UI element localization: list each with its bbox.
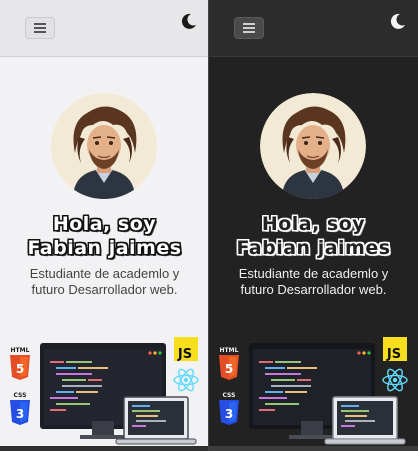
html5-icon: HTML 5 [10,347,30,380]
description-line-1: Estudiante de academlo y [29,266,180,281]
html5-icon: HTML 5 [219,347,239,380]
hamburger-menu-button[interactable] [25,17,55,39]
developer-illustration: HTML 5 CSS 3 JS [10,337,199,445]
footer-strip [209,446,418,451]
footer-strip [0,446,209,451]
svg-text:3: 3 [16,407,24,421]
navbar [0,0,209,57]
moon-icon[interactable] [180,12,198,30]
avatar [51,93,157,199]
menu-bar [34,31,46,33]
moon-icon[interactable] [389,12,407,30]
svg-text:HTML: HTML [220,347,239,354]
description-line-2: futuro Desarrollador web. [240,282,387,297]
svg-text:CSS: CSS [14,392,27,399]
menu-bar [34,27,46,29]
svg-text:JS: JS [177,347,192,362]
laptop-illustration [115,396,197,445]
svg-text:JS: JS [386,347,401,362]
css3-icon: CSS 3 [10,392,30,425]
description-line-2: futuro Desarrollador web. [31,282,178,297]
svg-text:3: 3 [225,407,233,421]
dark-theme-preview: Hola, soy Fabian jaimes Estudiante de ac… [209,0,418,451]
light-theme-preview: Hola, soy Fabian jaimes Estudiante de ac… [0,0,209,451]
react-icon [382,368,408,392]
svg-text:HTML: HTML [11,347,30,354]
greeting-line-2: Fabian jaimes [27,237,182,259]
menu-bar [243,27,255,29]
avatar [260,93,366,199]
menu-bar [243,31,255,33]
svg-text:5: 5 [225,362,233,376]
svg-text:CSS: CSS [223,392,236,399]
greeting-line-1: Hola, soy [261,213,366,235]
greeting-line-1: Hola, soy [52,213,157,235]
javascript-icon: JS [383,337,407,362]
hamburger-menu-button[interactable] [234,17,264,39]
svg-text:5: 5 [16,362,24,376]
menu-bar [34,23,46,25]
javascript-icon: JS [174,337,198,362]
description-line-1: Estudiante de academlo y [238,266,389,281]
laptop-illustration [324,396,406,445]
greeting-line-2: Fabian jaimes [236,237,391,259]
developer-illustration: HTML 5 CSS 3 JS [219,337,408,445]
navbar [209,0,418,57]
react-icon [173,368,199,392]
css3-icon: CSS 3 [219,392,239,425]
menu-bar [243,23,255,25]
